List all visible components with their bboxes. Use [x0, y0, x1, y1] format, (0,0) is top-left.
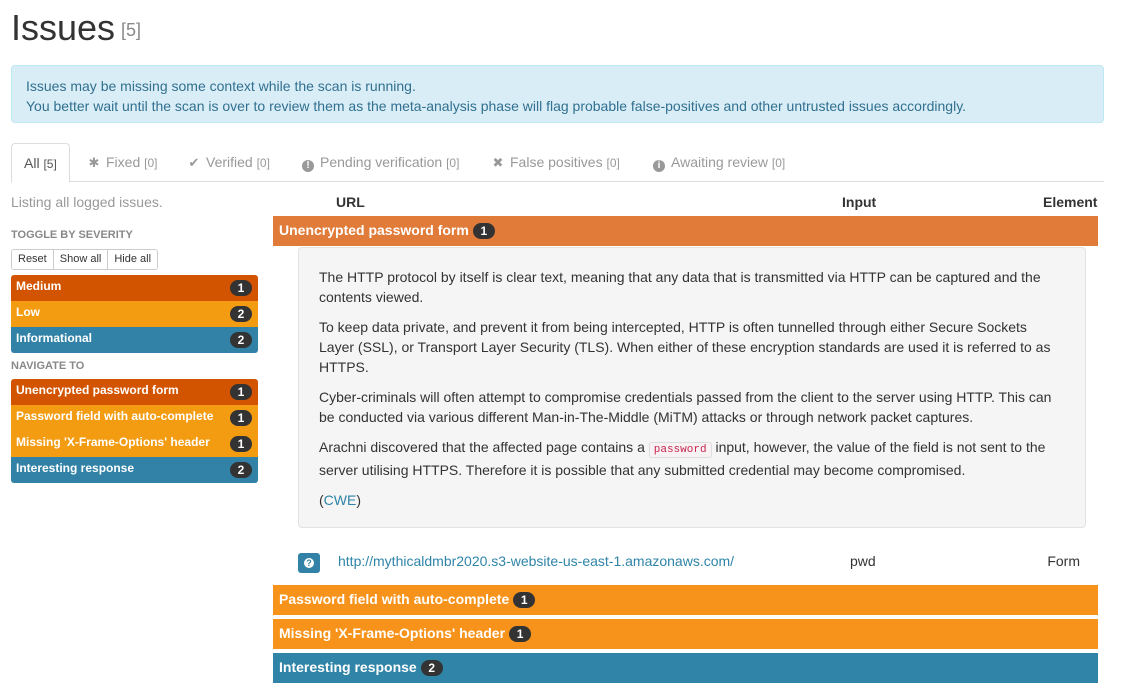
instance-element: Form: [1047, 553, 1080, 569]
description-text: Arachni discovered that the affected pag…: [319, 439, 645, 455]
tab-verified[interactable]: ✔ Verified [0]: [175, 143, 282, 182]
issue-count-badge: 2: [420, 660, 443, 676]
nav-item-password-autocomplete[interactable]: Password field with auto-complete 1: [11, 405, 258, 431]
tab-verified-count: [0]: [256, 156, 270, 170]
navigate-list: Unencrypted password form 1 Password fie…: [11, 379, 258, 483]
password-code: password: [648, 442, 712, 458]
tab-verified-label: Verified: [206, 154, 253, 170]
instance-url-link[interactable]: http://mythicaldmbr2020.s3-website-us-ea…: [338, 553, 734, 569]
severity-toggle-low[interactable]: Low 2: [11, 301, 258, 327]
check-icon: ✔: [188, 155, 200, 170]
exclamation-circle-icon: !: [301, 144, 315, 182]
issue-title: Unencrypted password form: [279, 222, 469, 238]
alert-line-2: You better wait until the scan is over t…: [26, 98, 967, 114]
issue-details-button[interactable]: ?: [298, 553, 320, 573]
toggle-severity-heading: TOGGLE BY SEVERITY: [11, 229, 133, 241]
severity-toggle-buttons: Reset Show all Hide all: [11, 249, 159, 270]
column-header-element: Element: [1043, 194, 1098, 210]
severity-label: Medium: [16, 279, 62, 293]
issue-title: Interesting response: [279, 659, 417, 675]
reference-close-paren: ): [356, 492, 362, 508]
tab-pending-count: [0]: [446, 156, 460, 170]
description-paragraph: To keep data private, and prevent it fro…: [319, 319, 1051, 375]
severity-toggle-informational[interactable]: Informational 2: [11, 327, 258, 353]
tab-all[interactable]: All [5]: [11, 143, 70, 183]
tab-pending-label: Pending verification: [320, 154, 443, 170]
severity-count-badge: 2: [230, 332, 252, 348]
reset-button[interactable]: Reset: [12, 250, 54, 269]
cwe-link[interactable]: CWE: [324, 492, 357, 508]
hide-all-button[interactable]: Hide all: [108, 250, 158, 269]
issue-title: Missing 'X-Frame-Options' header: [279, 625, 506, 641]
tab-false-positives-label: False positives: [510, 154, 603, 170]
nav-item-label: Password field with auto-complete: [16, 409, 214, 423]
severity-count-badge: 2: [230, 306, 252, 322]
column-header-url: URL: [336, 194, 365, 210]
tab-awaiting-count: [0]: [771, 156, 786, 170]
info-circle-icon: i: [652, 144, 666, 182]
issue-instance-row: ? http://mythicaldmbr2020.s3-website-us-…: [298, 550, 1086, 576]
nav-count-badge: 1: [230, 384, 252, 400]
description-paragraph: Arachni discovered that the affected pag…: [319, 437, 1065, 480]
description-paragraph: The HTTP protocol by itself is clear tex…: [319, 269, 1041, 305]
nav-count-badge: 1: [230, 436, 252, 452]
nav-count-badge: 1: [230, 410, 252, 426]
tab-false-positives-count: [0]: [606, 156, 620, 170]
nav-count-badge: 2: [230, 462, 252, 478]
scan-running-alert: Issues may be missing some context while…: [11, 65, 1104, 123]
nav-item-missing-x-frame-options[interactable]: Missing 'X-Frame-Options' header 1: [11, 431, 258, 457]
tab-false-positives[interactable]: ✖ False positives [0]: [479, 143, 632, 182]
tab-awaiting-label: Awaiting review: [671, 154, 769, 170]
column-header-input: Input: [842, 194, 877, 210]
show-all-button[interactable]: Show all: [53, 250, 109, 269]
tab-fixed-count: [0]: [144, 156, 158, 170]
issue-title: Password field with auto-complete: [279, 591, 510, 607]
tab-all-label: All: [24, 155, 40, 171]
issue-description: The HTTP protocol by itself is clear tex…: [298, 247, 1086, 528]
tab-all-count: [5]: [43, 157, 57, 171]
severity-toggle-list: Medium 1 Low 2 Informational 2: [11, 275, 258, 353]
issue-filter-tabs: All [5] ✱ Fixed [0] ✔ Verified [0] ! Pendin…: [11, 143, 1104, 183]
tab-pending-verification[interactable]: ! Pending verification [0]: [289, 143, 471, 182]
navigate-to-heading: NAVIGATE TO: [11, 360, 85, 372]
tab-awaiting-review[interactable]: i Awaiting review [0]: [640, 143, 797, 182]
nav-item-interesting-response[interactable]: Interesting response 2: [11, 457, 258, 483]
page-title-text: Issues: [11, 7, 116, 48]
x-icon: ✖: [492, 155, 504, 170]
issue-group-unencrypted-password-form[interactable]: Unencrypted password form 1: [273, 216, 1098, 246]
tab-fixed-label: Fixed: [106, 154, 141, 170]
alert-line-1: Issues may be missing some context while…: [26, 78, 416, 94]
asterisk-icon: ✱: [88, 155, 100, 170]
page-title: Issues [5]: [11, 8, 141, 50]
issue-count-badge: 1: [472, 223, 495, 239]
listing-caption: Listing all logged issues.: [11, 194, 163, 210]
issue-group-interesting-response[interactable]: Interesting response 2: [273, 653, 1098, 683]
nav-item-label: Unencrypted password form: [16, 383, 179, 397]
tab-fixed[interactable]: ✱ Fixed [0]: [75, 143, 169, 182]
issue-count: [5]: [121, 20, 142, 41]
severity-label: Low: [16, 305, 40, 319]
issue-count-badge: 1: [513, 592, 536, 608]
description-paragraph: Cyber-criminals will often attempt to co…: [319, 389, 1052, 425]
issue-group-missing-x-frame-options[interactable]: Missing 'X-Frame-Options' header 1: [273, 619, 1098, 649]
nav-item-unencrypted-password-form[interactable]: Unencrypted password form 1: [11, 379, 258, 405]
issue-group-password-autocomplete[interactable]: Password field with auto-complete 1: [273, 585, 1098, 615]
nav-item-label: Missing 'X-Frame-Options' header: [16, 435, 210, 449]
severity-count-badge: 1: [230, 280, 252, 296]
question-icon: ?: [304, 558, 314, 568]
nav-item-label: Interesting response: [16, 461, 135, 475]
references: (CWE): [319, 490, 1065, 510]
issue-count-badge: 1: [509, 626, 532, 642]
instance-input: pwd: [850, 553, 876, 569]
severity-label: Informational: [16, 331, 93, 345]
severity-toggle-medium[interactable]: Medium 1: [11, 275, 258, 301]
